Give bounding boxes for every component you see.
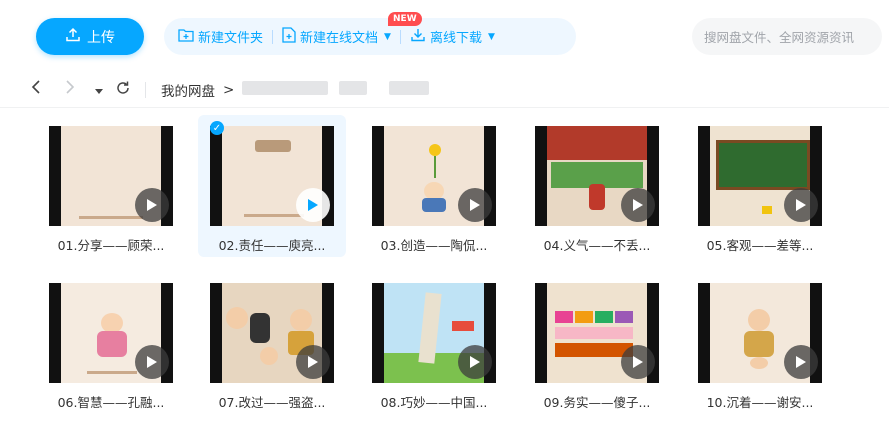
navigation-bar: 我的网盘 > <box>0 72 889 108</box>
divider <box>145 82 146 98</box>
file-card[interactable]: 08.巧妙——中国... <box>360 272 508 414</box>
new-badge: NEW <box>388 11 422 26</box>
play-icon <box>135 188 169 222</box>
breadcrumb-separator: > <box>223 82 235 98</box>
video-thumbnail <box>535 126 659 226</box>
file-grid: 01.分享——顾荣... ✓ 02.责任——庾亮... 03.创造——陶侃... <box>0 108 889 435</box>
file-name: 07.改过——强盗... <box>218 395 326 410</box>
file-card[interactable]: 06.智慧——孔融... <box>37 272 185 414</box>
file-name: 01.分享——顾荣... <box>57 238 165 253</box>
file-name: 04.义气——不丢... <box>543 238 651 253</box>
breadcrumb-root[interactable]: 我的网盘 <box>161 80 215 100</box>
play-icon <box>458 345 492 379</box>
video-thumbnail <box>698 283 822 383</box>
history-dropdown-icon[interactable] <box>94 82 104 100</box>
video-thumbnail <box>49 126 173 226</box>
download-icon <box>410 27 426 47</box>
back-arrow-icon[interactable] <box>30 79 42 99</box>
refresh-icon[interactable] <box>115 80 131 100</box>
offline-download-label: 离线下载 <box>429 31 482 46</box>
file-name: 05.客观——差等... <box>706 238 814 253</box>
action-group: 新建文件夹 新建在线文档 ▼ NEW 离线下载 ▼ <box>164 11 576 55</box>
file-name: 08.巧妙——中国... <box>380 395 488 410</box>
chevron-down-icon: ▼ <box>487 31 495 42</box>
file-name: 03.创造——陶侃... <box>380 238 488 253</box>
upload-label: 上传 <box>87 29 115 46</box>
folder-plus-icon <box>178 28 194 46</box>
play-icon <box>135 345 169 379</box>
toolbar: 上传 新建文件夹 新建在线文档 ▼ NEW 离线下载 ▼ 搜网盘文件、全网资源资… <box>0 0 889 72</box>
new-online-doc-label: 新建在线文档 <box>300 31 379 46</box>
file-card[interactable]: ✓ 02.责任——庾亮... <box>198 115 346 257</box>
upload-button[interactable]: 上传 <box>36 18 144 55</box>
file-card[interactable]: 01.分享——顾荣... <box>37 115 185 257</box>
search-input[interactable]: 搜网盘文件、全网资源资讯 <box>692 18 882 55</box>
breadcrumb: 我的网盘 > <box>161 72 429 108</box>
file-card[interactable]: 05.客观——差等... <box>686 115 834 257</box>
file-name: 06.智慧——孔融... <box>57 395 165 410</box>
upload-icon <box>65 27 81 47</box>
new-online-doc-button[interactable]: 新建在线文档 ▼ NEW <box>282 11 422 47</box>
forward-arrow-icon[interactable] <box>64 79 76 99</box>
play-icon <box>621 188 655 222</box>
file-name: 09.务实——傻子... <box>543 395 651 410</box>
new-folder-button[interactable]: 新建文件夹 <box>178 27 263 46</box>
video-thumbnail <box>210 126 334 226</box>
play-icon <box>458 188 492 222</box>
video-thumbnail <box>372 283 496 383</box>
video-thumbnail <box>698 126 822 226</box>
offline-download-button[interactable]: 离线下载 ▼ <box>410 27 495 47</box>
doc-plus-icon <box>282 26 296 47</box>
search-placeholder: 搜网盘文件、全网资源资讯 <box>704 30 855 45</box>
file-card[interactable]: 03.创造——陶侃... <box>360 115 508 257</box>
play-icon <box>296 188 330 222</box>
file-name: 10.沉着——谢安... <box>706 395 814 410</box>
file-card[interactable]: 07.改过——强盗... <box>198 272 346 414</box>
play-icon <box>784 345 818 379</box>
file-card[interactable]: 09.务实——傻子... <box>523 272 671 414</box>
video-thumbnail <box>535 283 659 383</box>
file-name: 02.责任——庾亮... <box>218 238 326 253</box>
play-icon <box>784 188 818 222</box>
video-thumbnail <box>210 283 334 383</box>
file-card[interactable]: 04.义气——不丢... <box>523 115 671 257</box>
breadcrumb-redacted <box>242 81 429 99</box>
chevron-down-icon: ▼ <box>384 31 391 42</box>
video-thumbnail <box>49 283 173 383</box>
video-thumbnail <box>372 126 496 226</box>
divider <box>399 29 401 44</box>
play-icon <box>621 345 655 379</box>
file-card[interactable]: 10.沉着——谢安... <box>686 272 834 414</box>
checkmark-icon[interactable]: ✓ <box>210 121 224 135</box>
new-folder-label: 新建文件夹 <box>198 31 264 46</box>
divider <box>272 29 274 44</box>
play-icon <box>296 345 330 379</box>
